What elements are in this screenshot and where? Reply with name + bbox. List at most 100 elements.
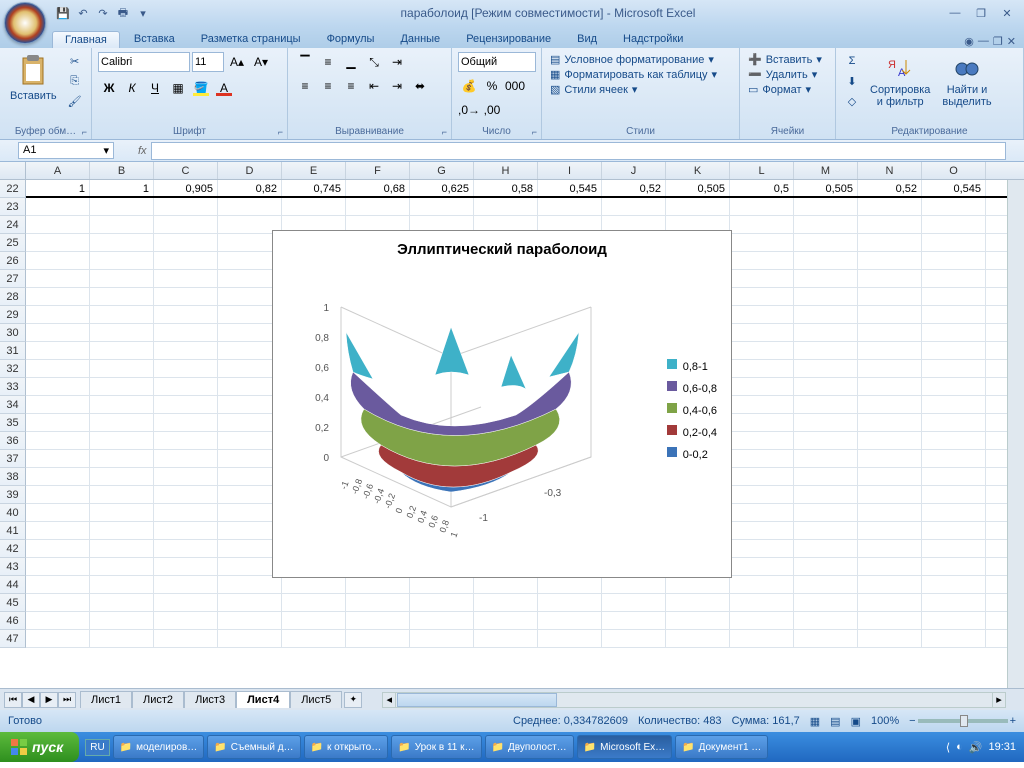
undo-icon[interactable]: ↶: [74, 4, 92, 22]
cell[interactable]: [922, 252, 986, 269]
currency-icon[interactable]: 💰: [458, 76, 480, 96]
cell[interactable]: [90, 360, 154, 377]
cell[interactable]: 0,505: [666, 180, 730, 196]
bold-button[interactable]: Ж: [98, 78, 120, 98]
cell[interactable]: [922, 378, 986, 395]
cell[interactable]: [922, 594, 986, 611]
cell[interactable]: [154, 576, 218, 593]
cell[interactable]: [794, 450, 858, 467]
cell[interactable]: [858, 594, 922, 611]
row-header[interactable]: 31: [0, 342, 26, 360]
hscroll-left-icon[interactable]: ◂: [383, 693, 396, 707]
cell[interactable]: [922, 540, 986, 557]
help-icon[interactable]: ◉: [964, 35, 974, 48]
column-header[interactable]: H: [474, 162, 538, 179]
cell[interactable]: [410, 576, 474, 593]
cell[interactable]: 0,745: [282, 180, 346, 196]
vertical-scrollbar[interactable]: [1007, 180, 1024, 688]
number-launcher-icon[interactable]: ⌐: [532, 127, 537, 137]
cell[interactable]: [794, 378, 858, 395]
cell[interactable]: [346, 576, 410, 593]
cell[interactable]: 0,68: [346, 180, 410, 196]
cell[interactable]: [90, 414, 154, 431]
cell[interactable]: [26, 324, 90, 341]
cell[interactable]: [922, 468, 986, 485]
cell[interactable]: [730, 378, 794, 395]
sheet-tab[interactable]: Лист2: [132, 691, 184, 708]
cell[interactable]: [474, 576, 538, 593]
chart-object[interactable]: Эллиптический параболоид 00,20,40,60,81: [272, 230, 732, 578]
cell[interactable]: [410, 612, 474, 629]
minimize-button[interactable]: —: [944, 5, 966, 21]
cell[interactable]: [90, 540, 154, 557]
cell[interactable]: [858, 378, 922, 395]
zoom-level[interactable]: 100%: [871, 715, 899, 727]
cell[interactable]: [90, 396, 154, 413]
cell[interactable]: [282, 630, 346, 647]
align-middle-icon[interactable]: ≡: [317, 52, 339, 72]
cell[interactable]: [154, 378, 218, 395]
cell[interactable]: [26, 306, 90, 323]
cell[interactable]: [474, 198, 538, 215]
cell[interactable]: [858, 306, 922, 323]
cell[interactable]: [922, 270, 986, 287]
cell[interactable]: [922, 486, 986, 503]
column-header[interactable]: F: [346, 162, 410, 179]
cell[interactable]: [794, 594, 858, 611]
cell[interactable]: [858, 234, 922, 251]
column-header[interactable]: I: [538, 162, 602, 179]
cell[interactable]: [730, 234, 794, 251]
cell[interactable]: [922, 522, 986, 539]
grow-font-icon[interactable]: A▴: [226, 52, 248, 72]
cell[interactable]: [858, 522, 922, 539]
cell[interactable]: [858, 414, 922, 431]
cell[interactable]: [26, 540, 90, 557]
align-launcher-icon[interactable]: ⌐: [442, 127, 447, 137]
cell[interactable]: [858, 216, 922, 233]
cell[interactable]: [730, 576, 794, 593]
cell[interactable]: [154, 234, 218, 251]
cell[interactable]: [154, 216, 218, 233]
cell[interactable]: [154, 396, 218, 413]
format-painter-icon[interactable]: 🖌: [65, 92, 85, 110]
cell[interactable]: [730, 630, 794, 647]
cell[interactable]: 0,905: [154, 180, 218, 196]
taskbar-item[interactable]: 📁Двуполост…: [485, 735, 574, 759]
cell[interactable]: [90, 504, 154, 521]
name-box[interactable]: A1▾: [18, 142, 114, 159]
cell[interactable]: [90, 468, 154, 485]
row-header[interactable]: 30: [0, 324, 26, 342]
cell[interactable]: [858, 612, 922, 629]
cell[interactable]: 0,52: [602, 180, 666, 196]
print-icon[interactable]: 🖶: [114, 4, 132, 22]
formula-input[interactable]: [151, 142, 1006, 160]
cell[interactable]: [858, 630, 922, 647]
align-bottom-icon[interactable]: ▁: [340, 52, 362, 72]
cell[interactable]: [154, 288, 218, 305]
cell[interactable]: [858, 342, 922, 359]
row-header[interactable]: 25: [0, 234, 26, 252]
cell[interactable]: [794, 270, 858, 287]
cell[interactable]: [26, 450, 90, 467]
increase-decimal-icon[interactable]: ,0→: [458, 100, 480, 120]
cell[interactable]: [666, 612, 730, 629]
cell[interactable]: [858, 252, 922, 269]
taskbar-item[interactable]: 📁Съемный д…: [207, 735, 300, 759]
cell[interactable]: [410, 594, 474, 611]
cell[interactable]: [90, 198, 154, 215]
tab-scroll-next-icon[interactable]: ▶: [40, 692, 58, 708]
decrease-indent-icon[interactable]: ⇤: [363, 76, 385, 96]
underline-button[interactable]: Ч: [144, 78, 166, 98]
cell[interactable]: [730, 468, 794, 485]
cell[interactable]: [730, 414, 794, 431]
cell[interactable]: [346, 198, 410, 215]
cell[interactable]: [154, 486, 218, 503]
tab-scroll-prev-icon[interactable]: ◀: [22, 692, 40, 708]
cell[interactable]: [218, 576, 282, 593]
find-select-button[interactable]: Найти и выделить: [938, 52, 995, 110]
cell[interactable]: [858, 288, 922, 305]
column-header[interactable]: E: [282, 162, 346, 179]
cell[interactable]: [26, 414, 90, 431]
cell[interactable]: [922, 360, 986, 377]
ribbon-tab-3[interactable]: Формулы: [315, 31, 387, 48]
